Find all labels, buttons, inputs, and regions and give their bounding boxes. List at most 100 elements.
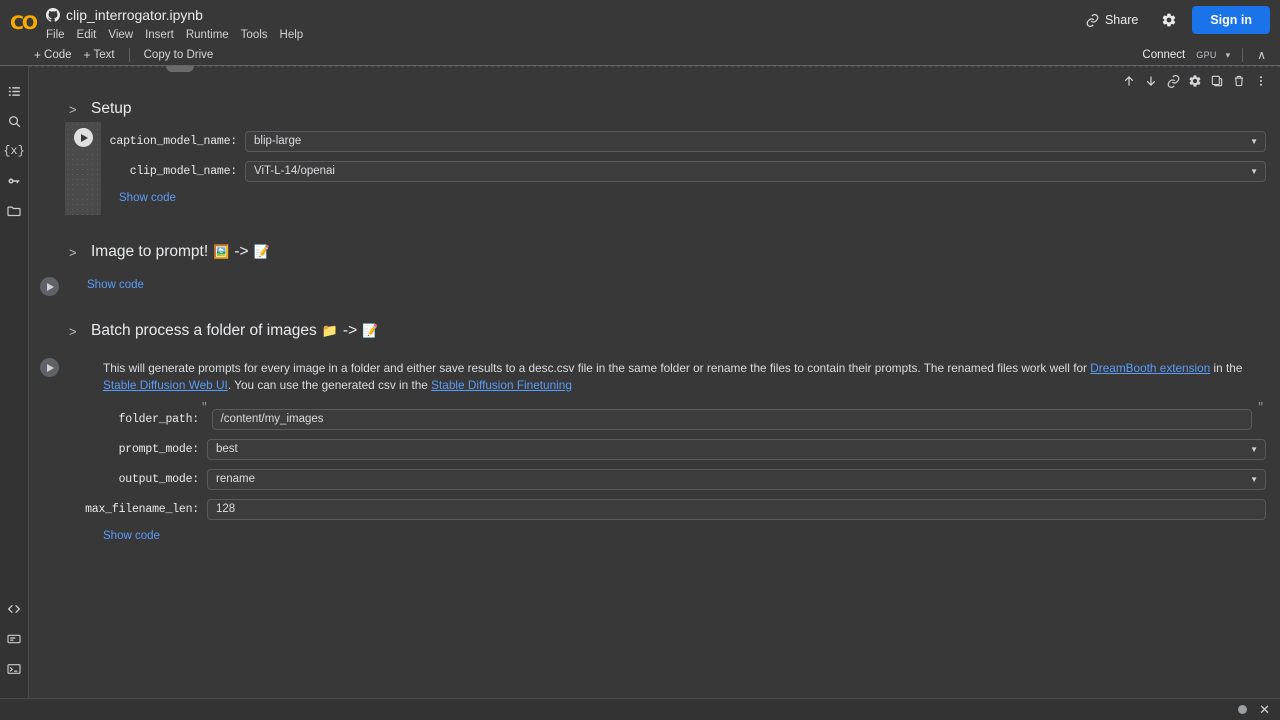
field-control: rename ▼ [207,468,1266,490]
chevron-right-icon[interactable]: > [69,102,79,117]
cell-gutter-selected [65,122,101,215]
menu-item-tools[interactable]: Tools [235,27,274,43]
close-quote: " [1257,402,1264,414]
sidebar-item-files[interactable] [1,196,27,226]
collapse-header-icon[interactable]: ∧ [1251,48,1272,62]
menu-item-edit[interactable]: Edit [71,27,103,43]
title-block: clip_interrogator.ipynb File Edit View I… [46,0,309,43]
close-icon[interactable]: ✕ [1259,703,1270,716]
clip-model-name-select[interactable]: ViT-L-14/openai [245,160,1266,182]
colab-app: CO clip_interrogator.ipynb File Edit Vie… [0,0,1280,720]
run-cell-button[interactable] [39,358,59,377]
notebook-toolbar: + Code + Text Copy to Drive Connect GPU … [0,45,1280,66]
run-cell-button[interactable] [39,277,59,296]
left-sidebar-bottom [0,594,28,684]
header-actions: Share Sign in [1077,6,1270,34]
run-cell-button[interactable] [73,128,93,147]
show-code-link-batch-process[interactable]: Show code [103,524,160,542]
section-title-image-to-prompt: Image to prompt! 🖼️ -> 📝 [91,243,270,261]
copy-cell-icon[interactable] [1206,70,1228,92]
settings-button[interactable] [1156,7,1182,33]
secrets-key-icon [6,173,22,189]
sidebar-resize-handle[interactable] [166,66,194,72]
link-to-cell-icon[interactable] [1162,70,1184,92]
framed-picture-emoji-icon: 🖼️ [213,244,230,260]
menu-item-view[interactable]: View [102,27,139,43]
description-part-1: This will generate prompts for every ima… [103,361,1091,375]
section-title-text: Image to prompt! [91,243,209,260]
sidebar-item-secrets[interactable] [1,166,27,196]
toolbar-divider [1242,48,1244,62]
move-cell-down-icon[interactable] [1140,70,1162,92]
section-header-image-to-prompt[interactable]: > Image to prompt! 🖼️ -> 📝 [29,239,1280,265]
sidebar-item-command-palette[interactable] [1,624,27,654]
notebook-area: > Setup caption_model_name: blip-large ▼… [28,66,1280,698]
folder-emoji-icon: 📁 [321,323,338,339]
sidebar-item-search[interactable] [1,106,27,136]
description-part-3: . You can use the generated csv in the [227,378,432,392]
move-cell-up-icon[interactable] [1118,70,1140,92]
menu-item-file[interactable]: File [40,27,71,43]
sidebar-item-table-of-contents[interactable] [1,76,27,106]
field-control: best ▼ [207,438,1266,460]
arrow-text: -> [342,322,358,339]
cell-settings-gear-icon[interactable] [1184,70,1206,92]
cell-body-setup: caption_model_name: blip-large ▼ clip_mo… [101,122,1280,215]
section-title-text: Setup [91,100,132,117]
section-header-setup[interactable]: > Setup [29,96,1280,122]
field-label: caption_model_name: [109,134,238,148]
play-icon [46,282,54,291]
github-icon [46,8,60,22]
field-label: clip_model_name: [129,164,237,178]
document-title[interactable]: clip_interrogator.ipynb [66,7,203,23]
cell-body-batch-process: This will generate prompts for every ima… [69,356,1280,544]
form-field-output-mode: output_mode: rename ▼ [103,464,1266,494]
connect-button[interactable]: Connect [1136,46,1191,64]
batch-description-text: This will generate prompts for every ima… [103,360,1266,394]
section-title-setup: Setup [91,100,132,118]
stable-diffusion-web-ui-link[interactable]: Stable Diffusion Web UI [103,378,228,392]
prompt-mode-select[interactable]: best [207,438,1266,460]
max-filename-len-input[interactable]: 128 [207,498,1266,520]
cell-gutter [29,356,69,544]
sign-in-button[interactable]: Sign in [1192,6,1270,34]
connect-dropdown-icon[interactable]: ▾ [1222,50,1235,61]
show-code-link-image-to-prompt[interactable]: Show code [87,277,144,291]
menu-item-insert[interactable]: Insert [139,27,180,43]
chevron-right-icon[interactable]: > [69,245,79,260]
share-button[interactable]: Share [1077,8,1146,33]
plus-icon: + [83,48,91,62]
folder-path-input[interactable]: /content/my_images [211,408,1252,430]
sidebar-item-code-snippets[interactable] [1,594,27,624]
plus-icon: + [34,48,42,62]
description-part-2: in the [1210,361,1243,375]
output-mode-select[interactable]: rename [207,468,1266,490]
field-label: max_filename_len: [85,502,199,516]
add-text-label: Text [93,49,115,61]
add-code-cell-button[interactable]: + Code [28,46,78,64]
more-options-icon[interactable] [1250,70,1272,92]
section-header-batch-process[interactable]: > Batch process a folder of images 📁 -> … [29,318,1280,344]
code-snippets-icon [6,601,22,617]
chevron-right-icon[interactable]: > [69,324,79,339]
arrow-text: -> [234,243,249,260]
sidebar-item-variables[interactable]: {x} [1,136,27,166]
delete-cell-icon[interactable] [1228,70,1250,92]
dreambooth-extension-link[interactable]: DreamBooth extension [1090,361,1210,375]
left-sidebar: {x} [0,66,28,698]
add-text-cell-button[interactable]: + Text [78,46,121,64]
copy-to-drive-button[interactable]: Copy to Drive [138,47,220,63]
menu-item-runtime[interactable]: Runtime [180,27,235,43]
command-palette-icon [6,631,22,647]
section-title-batch-process: Batch process a folder of images 📁 -> 📝 [91,322,378,340]
menu-bar: File Edit View Insert Runtime Tools Help [40,27,309,43]
cell-image-to-prompt: Show code [29,271,1280,296]
show-code-link-setup[interactable]: Show code [119,186,176,204]
menu-item-help[interactable]: Help [274,27,310,43]
notebook-content: > Setup caption_model_name: blip-large ▼… [29,66,1280,544]
stable-diffusion-finetuning-link[interactable]: Stable Diffusion Finetuning [431,378,572,392]
sidebar-item-terminal[interactable] [1,654,27,684]
app-header: CO clip_interrogator.ipynb File Edit Vie… [0,0,1280,45]
form-field-max-filename-len: max_filename_len: 128 [85,494,1266,524]
caption-model-name-select[interactable]: blip-large [245,130,1266,152]
